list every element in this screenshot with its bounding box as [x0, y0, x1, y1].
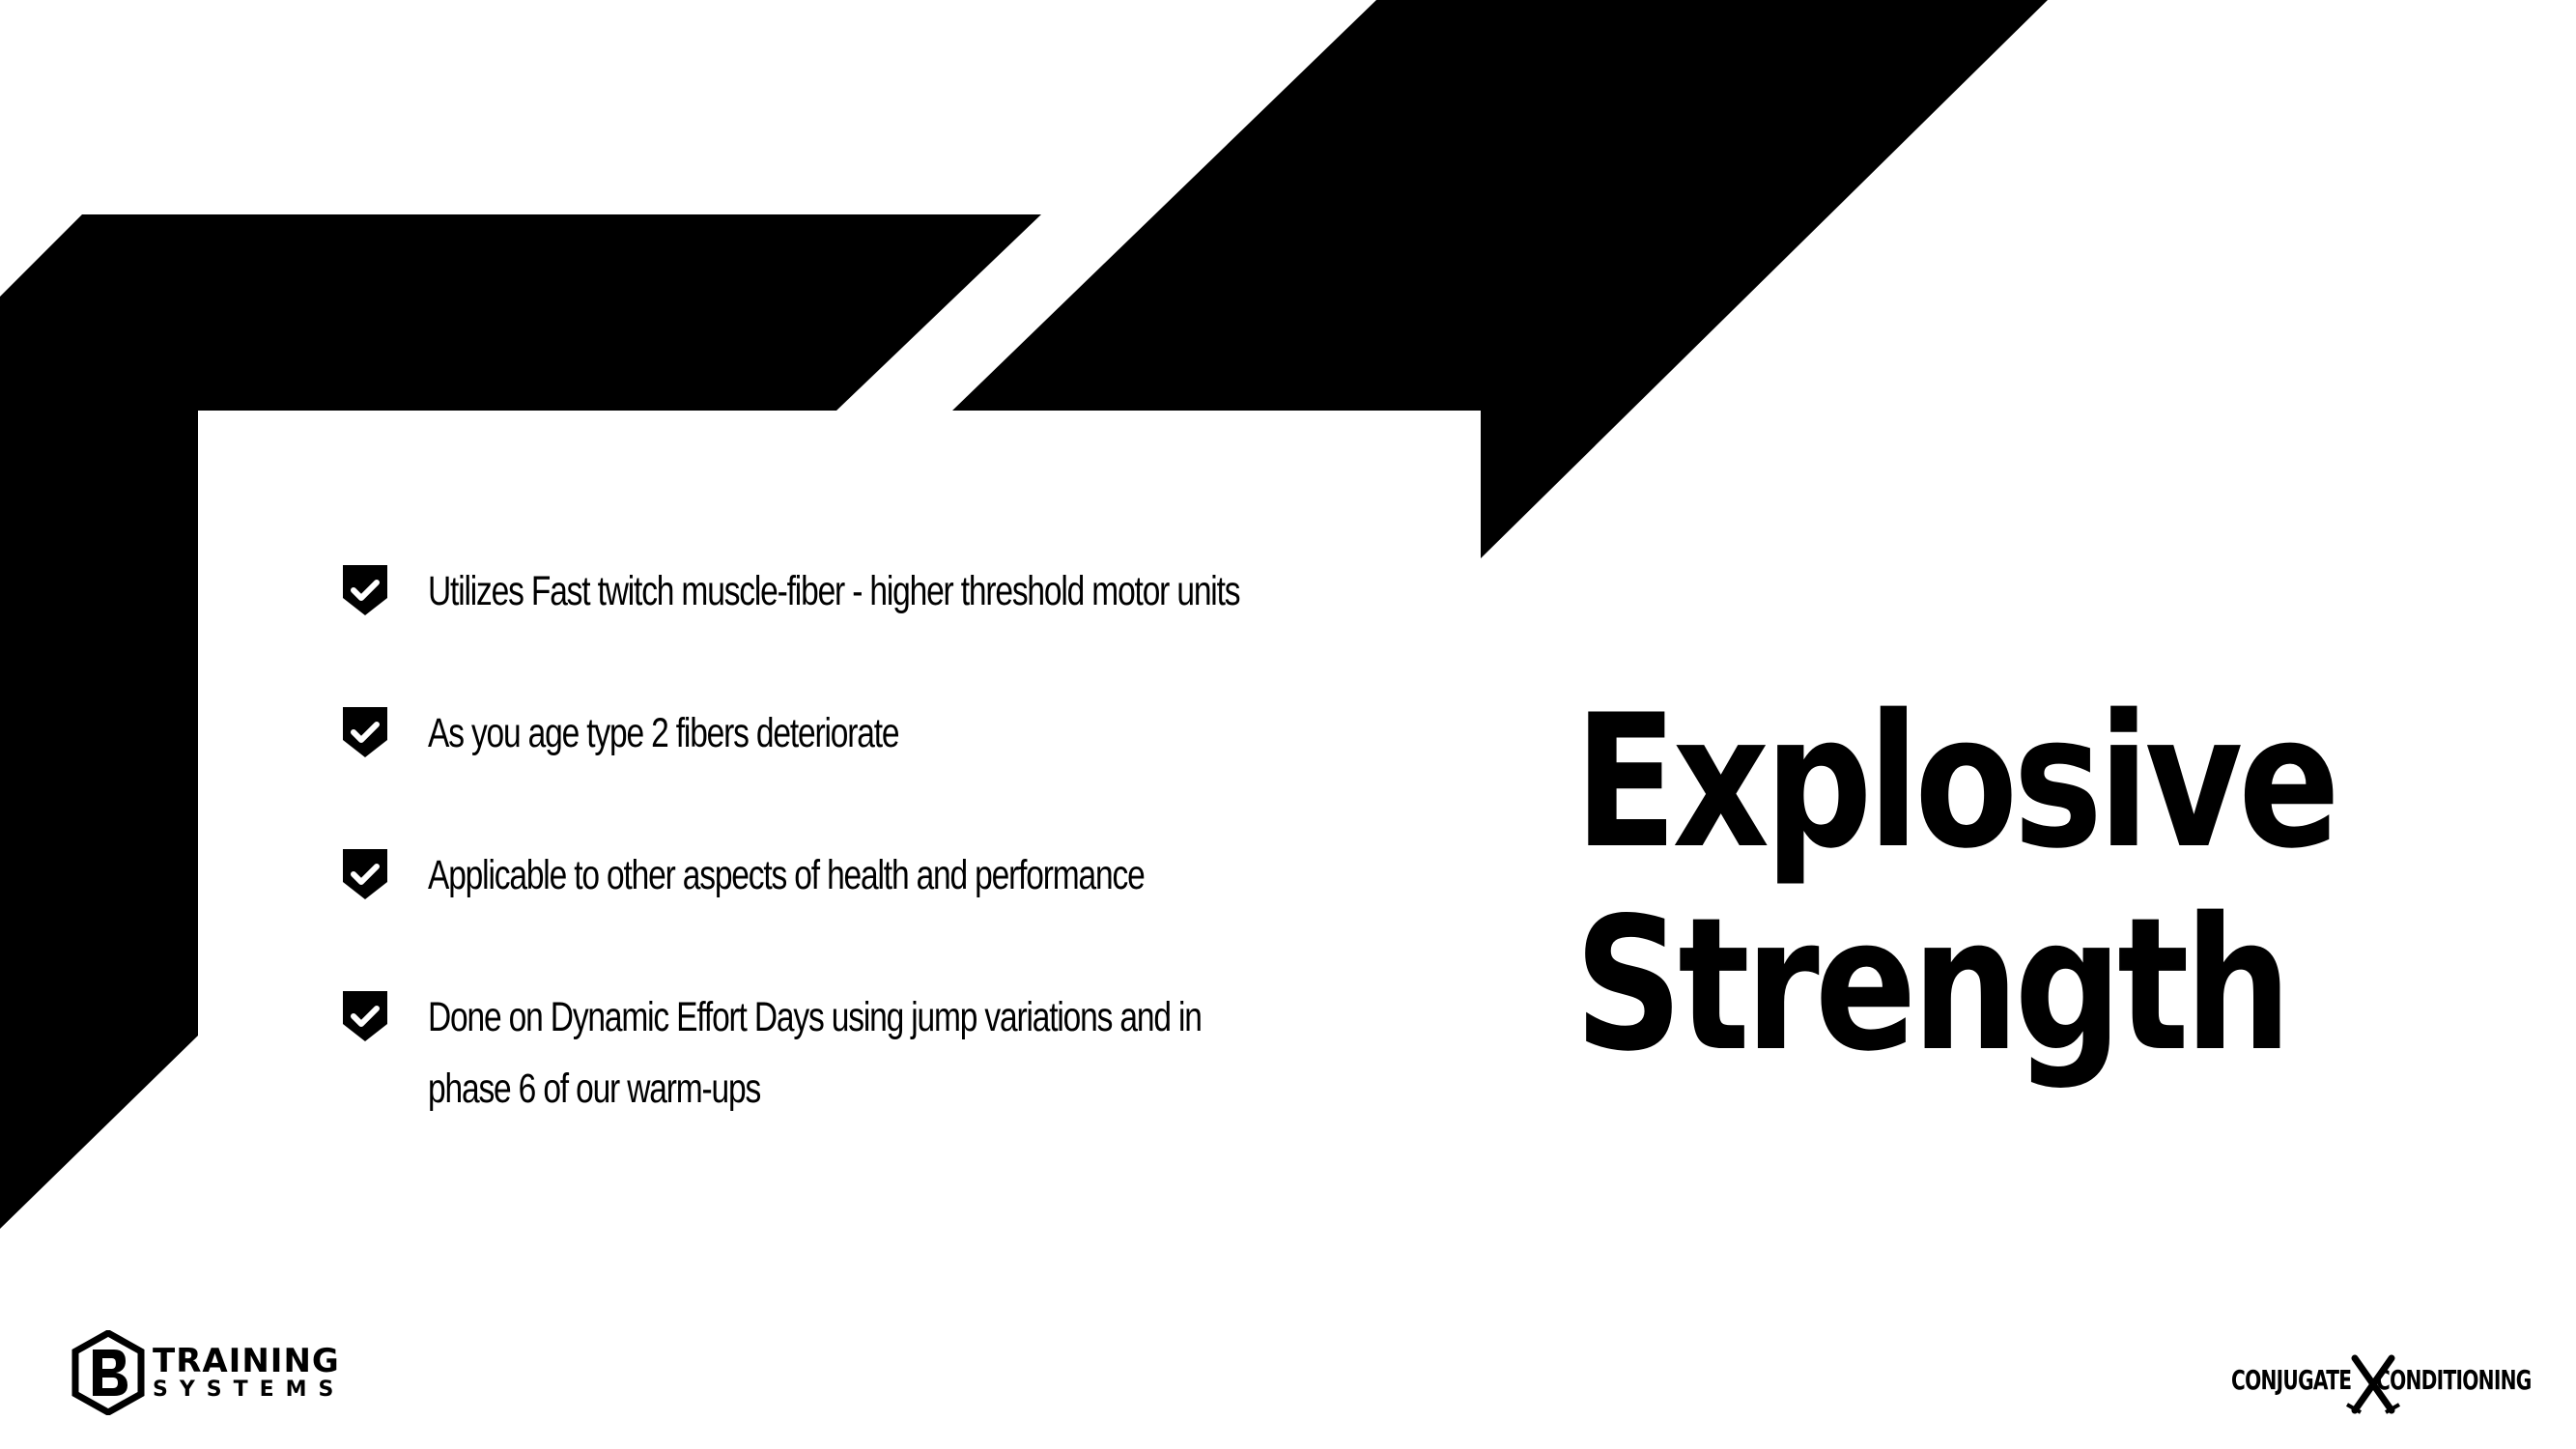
bullet-text: Utilizes Fast twitch muscle-fiber - high… — [428, 568, 1241, 614]
shield-check-icon — [343, 849, 387, 899]
slide-title: Explosive Strength — [1574, 675, 2340, 1092]
logo-text-systems: SYSTEMS — [153, 1378, 346, 1402]
title-line-1: Explosive — [1574, 675, 2340, 889]
bullet-text: As you age type 2 fibers deteriorate — [428, 710, 900, 756]
pb-hexagon-logo-icon — [71, 1330, 145, 1415]
bullet-list: Utilizes Fast twitch muscle-fiber - high… — [343, 555, 1405, 1195]
shield-check-icon — [343, 565, 387, 615]
shield-check-icon — [343, 707, 387, 757]
title-line-2: Strength — [1574, 878, 2292, 1092]
conjugate-conditioning-logo: CONJUGATE CONDITIONING — [2231, 1354, 2540, 1414]
list-item: As you age type 2 fibers deteriorate — [343, 697, 1405, 769]
logo-text-conditioning: CONDITIONING — [2376, 1364, 2532, 1396]
bullet-text: Done on Dynamic Effort Days using jump v… — [428, 994, 1203, 1112]
pb-training-systems-logo: TRAINING SYSTEMS — [71, 1329, 345, 1416]
list-item: Applicable to other aspects of health an… — [343, 839, 1405, 911]
logo-text-training: TRAINING — [153, 1342, 340, 1380]
bullet-text: Applicable to other aspects of health an… — [428, 852, 1146, 898]
logo-text-conjugate: CONJUGATE — [2231, 1364, 2352, 1396]
shield-check-icon — [343, 991, 387, 1041]
top-right-slash-shape — [952, 0, 2048, 558]
list-item: Done on Dynamic Effort Days using jump v… — [343, 981, 1405, 1124]
list-item: Utilizes Fast twitch muscle-fiber - high… — [343, 555, 1405, 627]
